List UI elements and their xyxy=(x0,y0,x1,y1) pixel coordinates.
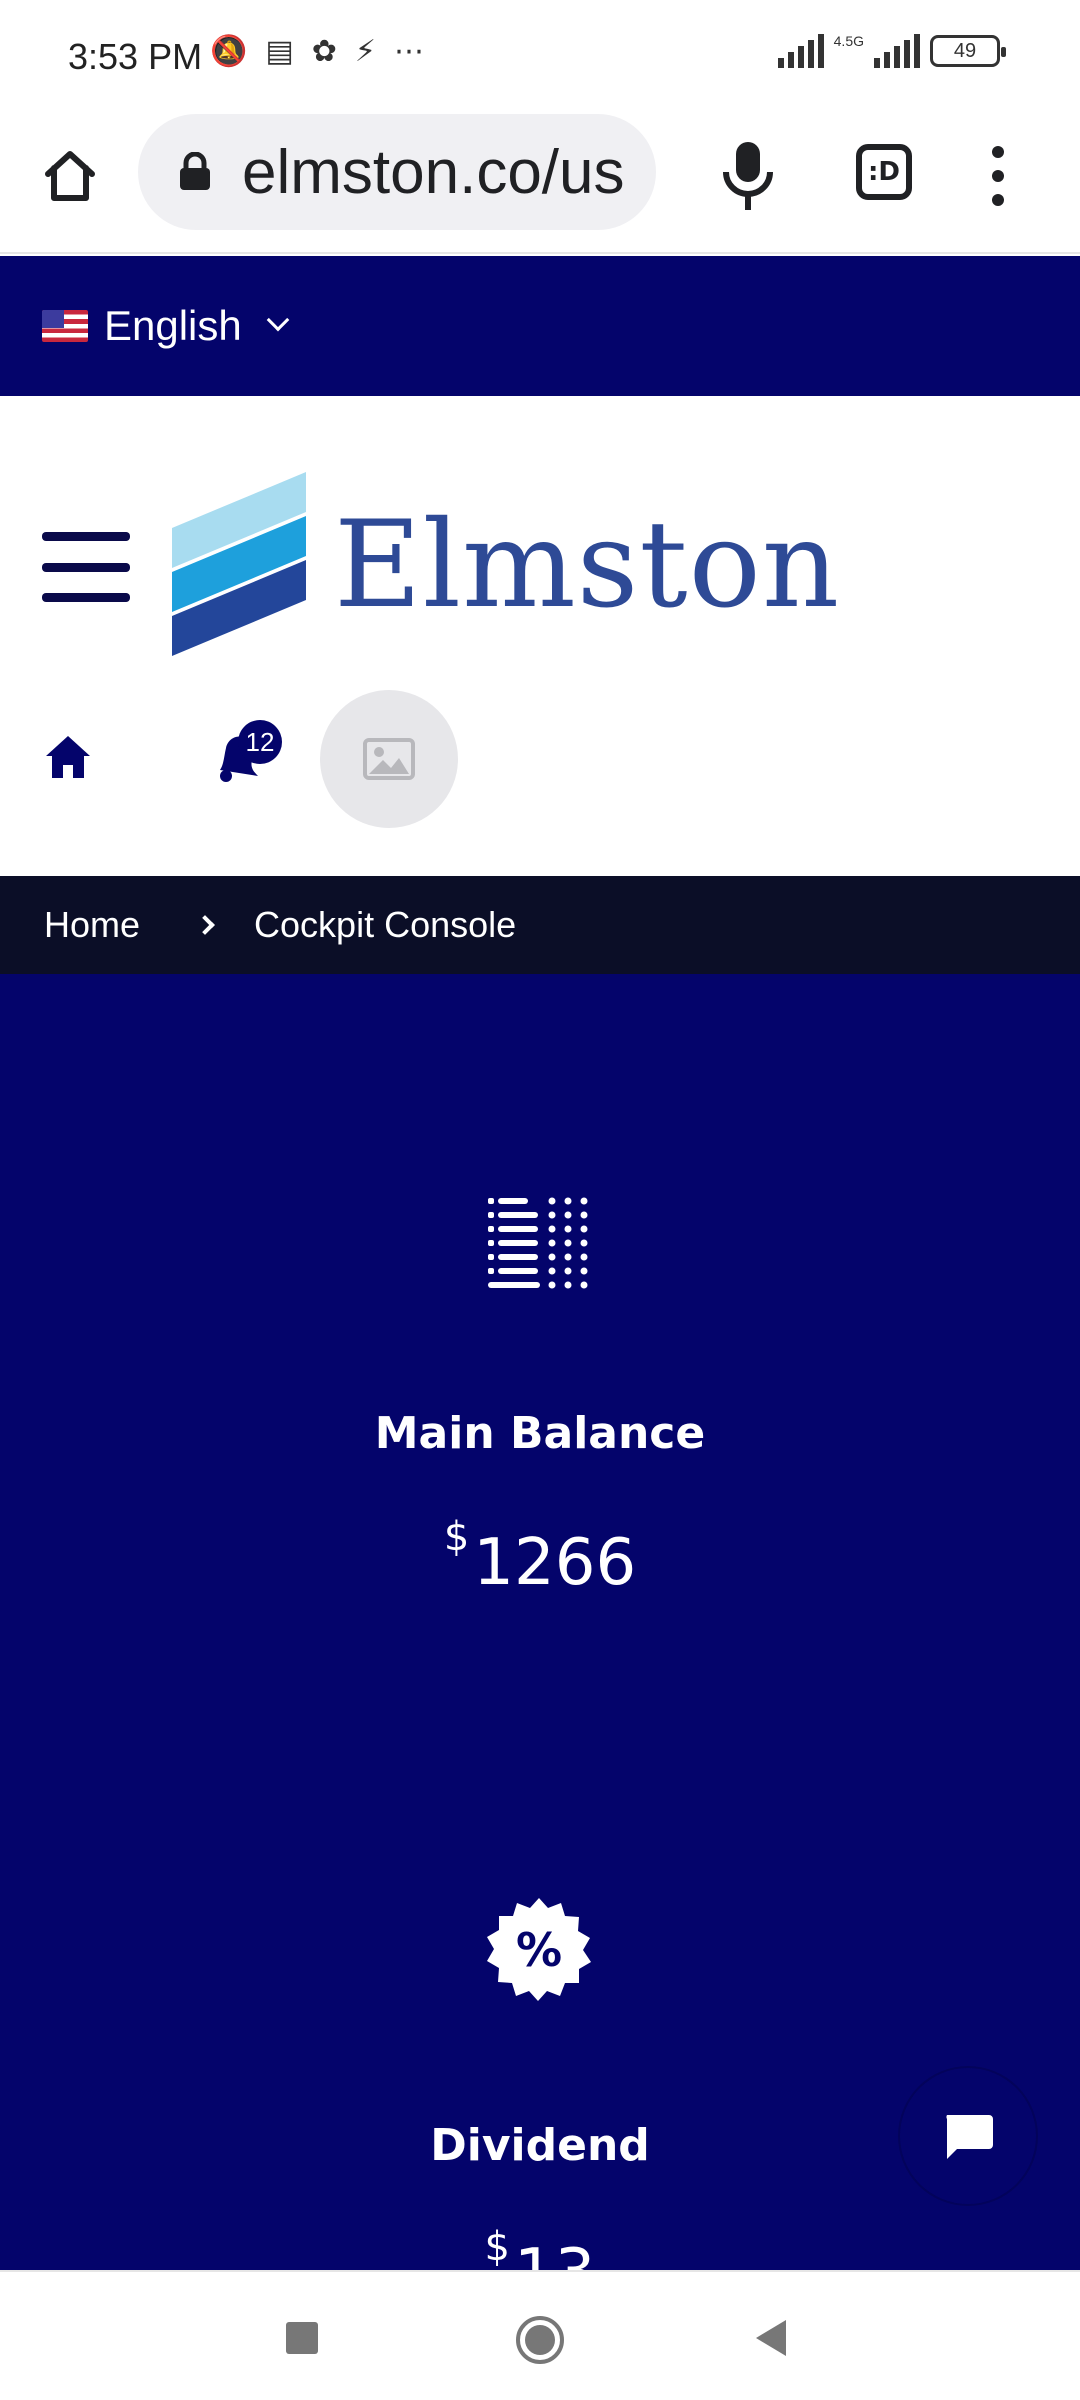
language-bar: English xyxy=(0,256,1080,396)
chevron-right-icon xyxy=(195,915,215,935)
chevron-down-icon[interactable] xyxy=(266,308,290,332)
main-balance-amount: 1266 xyxy=(473,1526,637,1600)
dividend-value: $13 xyxy=(0,2224,1080,2270)
status-bar: 3:53 PM 🔕 ▤ ✿ ⚡ ⋯ 4.5G 49 xyxy=(0,0,1080,110)
main-balance-title: Main Balance xyxy=(374,1408,706,1459)
language-selector[interactable]: English xyxy=(104,302,242,350)
dividend-amount: 13 xyxy=(514,2236,595,2270)
more-notifications-icon: ⋯ xyxy=(393,34,424,69)
breadcrumb-home-link[interactable]: Home xyxy=(44,904,140,946)
breadcrumb: Home Cockpit Console xyxy=(0,876,1080,974)
url-text: elmston.co/us xyxy=(242,137,625,207)
more-menu-icon[interactable] xyxy=(986,146,1010,206)
breadcrumb-current: Cockpit Console xyxy=(254,904,517,945)
main-balance-currency: $ xyxy=(443,1514,470,1560)
status-time: 3:53 PM xyxy=(68,36,203,77)
chat-bubble-icon xyxy=(946,2115,993,2159)
signal-icon xyxy=(777,34,824,68)
home-icon[interactable] xyxy=(40,146,100,206)
battery-icon: 49 xyxy=(930,35,1006,67)
image-placeholder-icon xyxy=(363,738,415,780)
system-navigation-bar xyxy=(0,2270,1080,2400)
lock-icon xyxy=(180,152,210,190)
site-header: Elmston 12 xyxy=(0,396,1080,876)
home-circle-icon[interactable] xyxy=(516,2316,564,2364)
ledger-list-icon xyxy=(488,1197,588,1289)
main-balance-value: $1266 xyxy=(0,1514,1080,1600)
status-right-icons: 4.5G 49 xyxy=(777,33,1006,68)
recents-icon[interactable] xyxy=(286,2322,318,2354)
chat-button[interactable] xyxy=(900,2068,1036,2204)
signal-icon-2 xyxy=(874,34,920,68)
hamburger-menu-icon[interactable] xyxy=(42,532,130,602)
microphone-icon[interactable] xyxy=(718,138,778,214)
network-type-label: 4.5G xyxy=(833,33,864,49)
svg-text:%: % xyxy=(516,1923,562,1977)
logo-text[interactable]: Elmston xyxy=(334,496,840,635)
back-icon[interactable] xyxy=(756,2320,786,2356)
browser-toolbar: elmston.co/us :D xyxy=(0,110,1080,254)
phone-screen: 3:53 PM 🔕 ▤ ✿ ⚡ ⋯ 4.5G 49 elmston.co/us … xyxy=(0,0,1080,2400)
tab-switcher-label: :D xyxy=(868,157,900,187)
dividend-currency: $ xyxy=(484,2224,510,2270)
us-flag-icon xyxy=(42,310,88,342)
tab-switcher-icon[interactable]: :D xyxy=(856,144,912,200)
app-logo-icon: ⚡ xyxy=(354,34,376,69)
dashboard-main: Main Balance $1266 % Dividend $13 xyxy=(0,974,1080,2270)
status-notification-icons: 🔕 ▤ ✿ ⚡ ⋯ xyxy=(210,34,424,69)
percent-badge-icon: % xyxy=(487,1898,591,2001)
house-icon[interactable] xyxy=(44,734,92,780)
calendar-icon: ▤ xyxy=(265,34,294,69)
notification-count-badge: 12 xyxy=(238,720,282,764)
muted-bell-icon: 🔕 xyxy=(210,34,248,69)
address-bar[interactable]: elmston.co/us xyxy=(138,114,656,230)
logo-mark-icon xyxy=(172,472,306,656)
avatar[interactable] xyxy=(320,690,458,828)
battery-level: 49 xyxy=(953,39,977,62)
camera-app-icon: ✿ xyxy=(311,34,337,69)
